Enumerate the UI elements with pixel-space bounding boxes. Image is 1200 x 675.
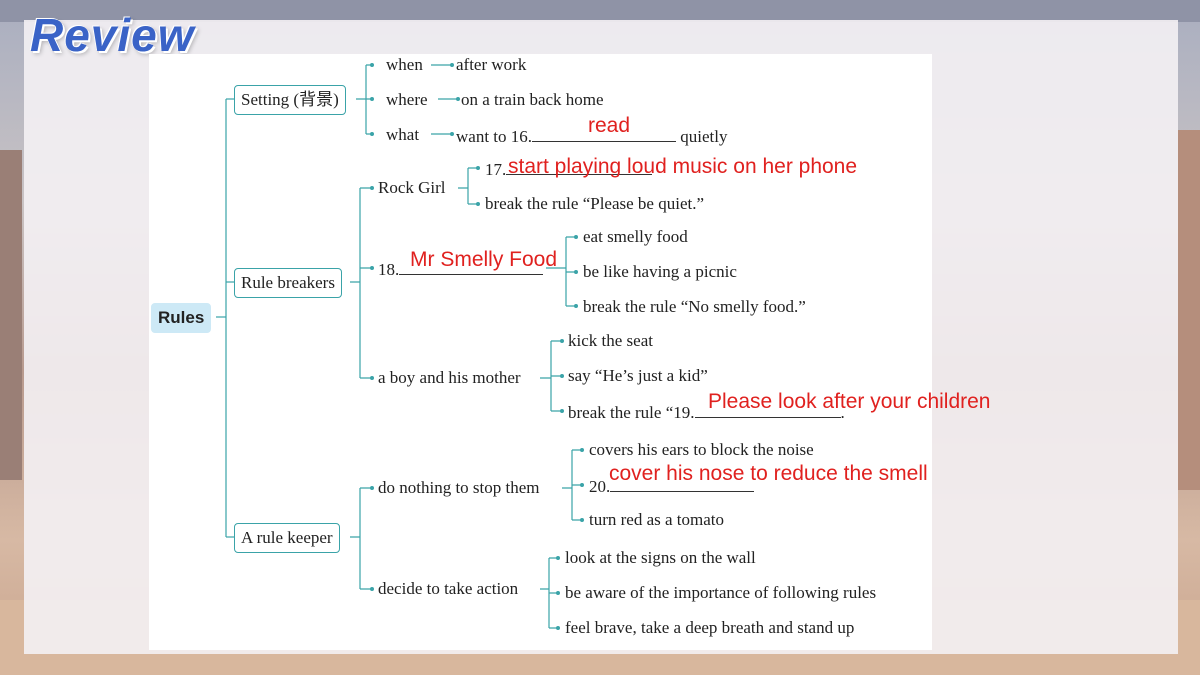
root-node-rules: Rules	[151, 303, 212, 333]
setting-where: where	[386, 90, 428, 109]
setting-what: what	[386, 125, 420, 144]
connector-boy	[540, 340, 562, 412]
item-20-number: 20.	[589, 477, 611, 496]
item-18-detail-3: break the rule “No smelly food.”	[583, 297, 806, 316]
node-rule-breakers: Rule breakers	[234, 268, 342, 298]
action-detail-1: look at the signs on the wall	[565, 548, 756, 567]
node-rule-keeper: A rule keeper	[234, 523, 340, 553]
answer-19: Please look after your children	[708, 390, 991, 413]
bullet-dot	[556, 626, 560, 630]
answer-16: read	[588, 114, 631, 137]
breaker-boy-and-mother: a boy and his mother	[378, 368, 521, 387]
bullet-dot	[476, 166, 480, 170]
rock-girl-item-rule: break the rule “Please be quiet.”	[485, 194, 705, 213]
bullet-dot	[370, 587, 374, 591]
bullet-dot	[556, 591, 560, 595]
bullet-dot	[574, 270, 578, 274]
bullet-dot	[370, 97, 374, 101]
boy-detail-2: say “He’s just a kid”	[568, 366, 708, 385]
connector-action	[540, 557, 558, 629]
setting-when: when	[386, 55, 423, 74]
item-18-number: 18.	[378, 260, 400, 279]
connector-nothing	[562, 449, 582, 521]
bullet-dot	[560, 374, 564, 378]
setting-when-value: after work	[456, 55, 527, 74]
bullet-dot	[580, 448, 584, 452]
do-nothing-detail-3: turn red as a tomato	[589, 510, 725, 529]
bullet-dot	[560, 409, 564, 413]
do-nothing-detail-1: covers his ears to block the noise	[589, 440, 814, 459]
bullet-dot	[370, 63, 374, 67]
bullet-dot	[574, 235, 578, 239]
keeper-do-nothing: do nothing to stop them	[378, 478, 540, 497]
bullet-dot	[450, 132, 454, 136]
connector-keeper-trunk	[350, 487, 372, 590]
breaker-rock-girl: Rock Girl	[378, 178, 446, 197]
item-18-detail-2: be like having a picnic	[583, 262, 737, 281]
bullet-dot	[580, 518, 584, 522]
node-setting: Setting (背景)	[234, 85, 346, 115]
bullet-dot	[560, 339, 564, 343]
bullet-dot	[370, 186, 374, 190]
item-17-number: 17.	[485, 160, 507, 179]
bullet-dot	[556, 556, 560, 560]
bullet-dot	[370, 266, 374, 270]
answer-18: Mr Smelly Food	[410, 248, 558, 271]
keeper-take-action: decide to take action	[378, 579, 519, 598]
bullet-dot	[370, 132, 374, 136]
connector-rock-girl	[458, 167, 478, 205]
action-detail-3: feel brave, take a deep breath and stand…	[565, 618, 855, 637]
setting-what-suffix: quietly	[680, 127, 728, 146]
bullet-dot	[450, 63, 454, 67]
answer-20: cover his nose to reduce the smell	[609, 462, 928, 485]
bullet-dot	[574, 304, 578, 308]
answer-17: start playing loud music on her phone	[508, 155, 858, 178]
boy-detail-3-prefix: break the rule “19.	[568, 403, 695, 422]
bullet-dot	[370, 376, 374, 380]
connector-setting-trunk	[356, 64, 372, 135]
action-detail-2: be aware of the importance of following …	[565, 583, 877, 602]
boy-detail-1: kick the seat	[568, 331, 653, 350]
item-18-detail-1: eat smelly food	[583, 227, 688, 246]
bullet-dot	[580, 483, 584, 487]
setting-what-prefix: want to 16.	[456, 127, 533, 146]
bullet-dot	[370, 486, 374, 490]
setting-where-value: on a train back home	[461, 90, 604, 109]
connector-breakers-trunk	[350, 187, 372, 379]
bullet-dot	[456, 97, 460, 101]
bullet-dot	[476, 202, 480, 206]
